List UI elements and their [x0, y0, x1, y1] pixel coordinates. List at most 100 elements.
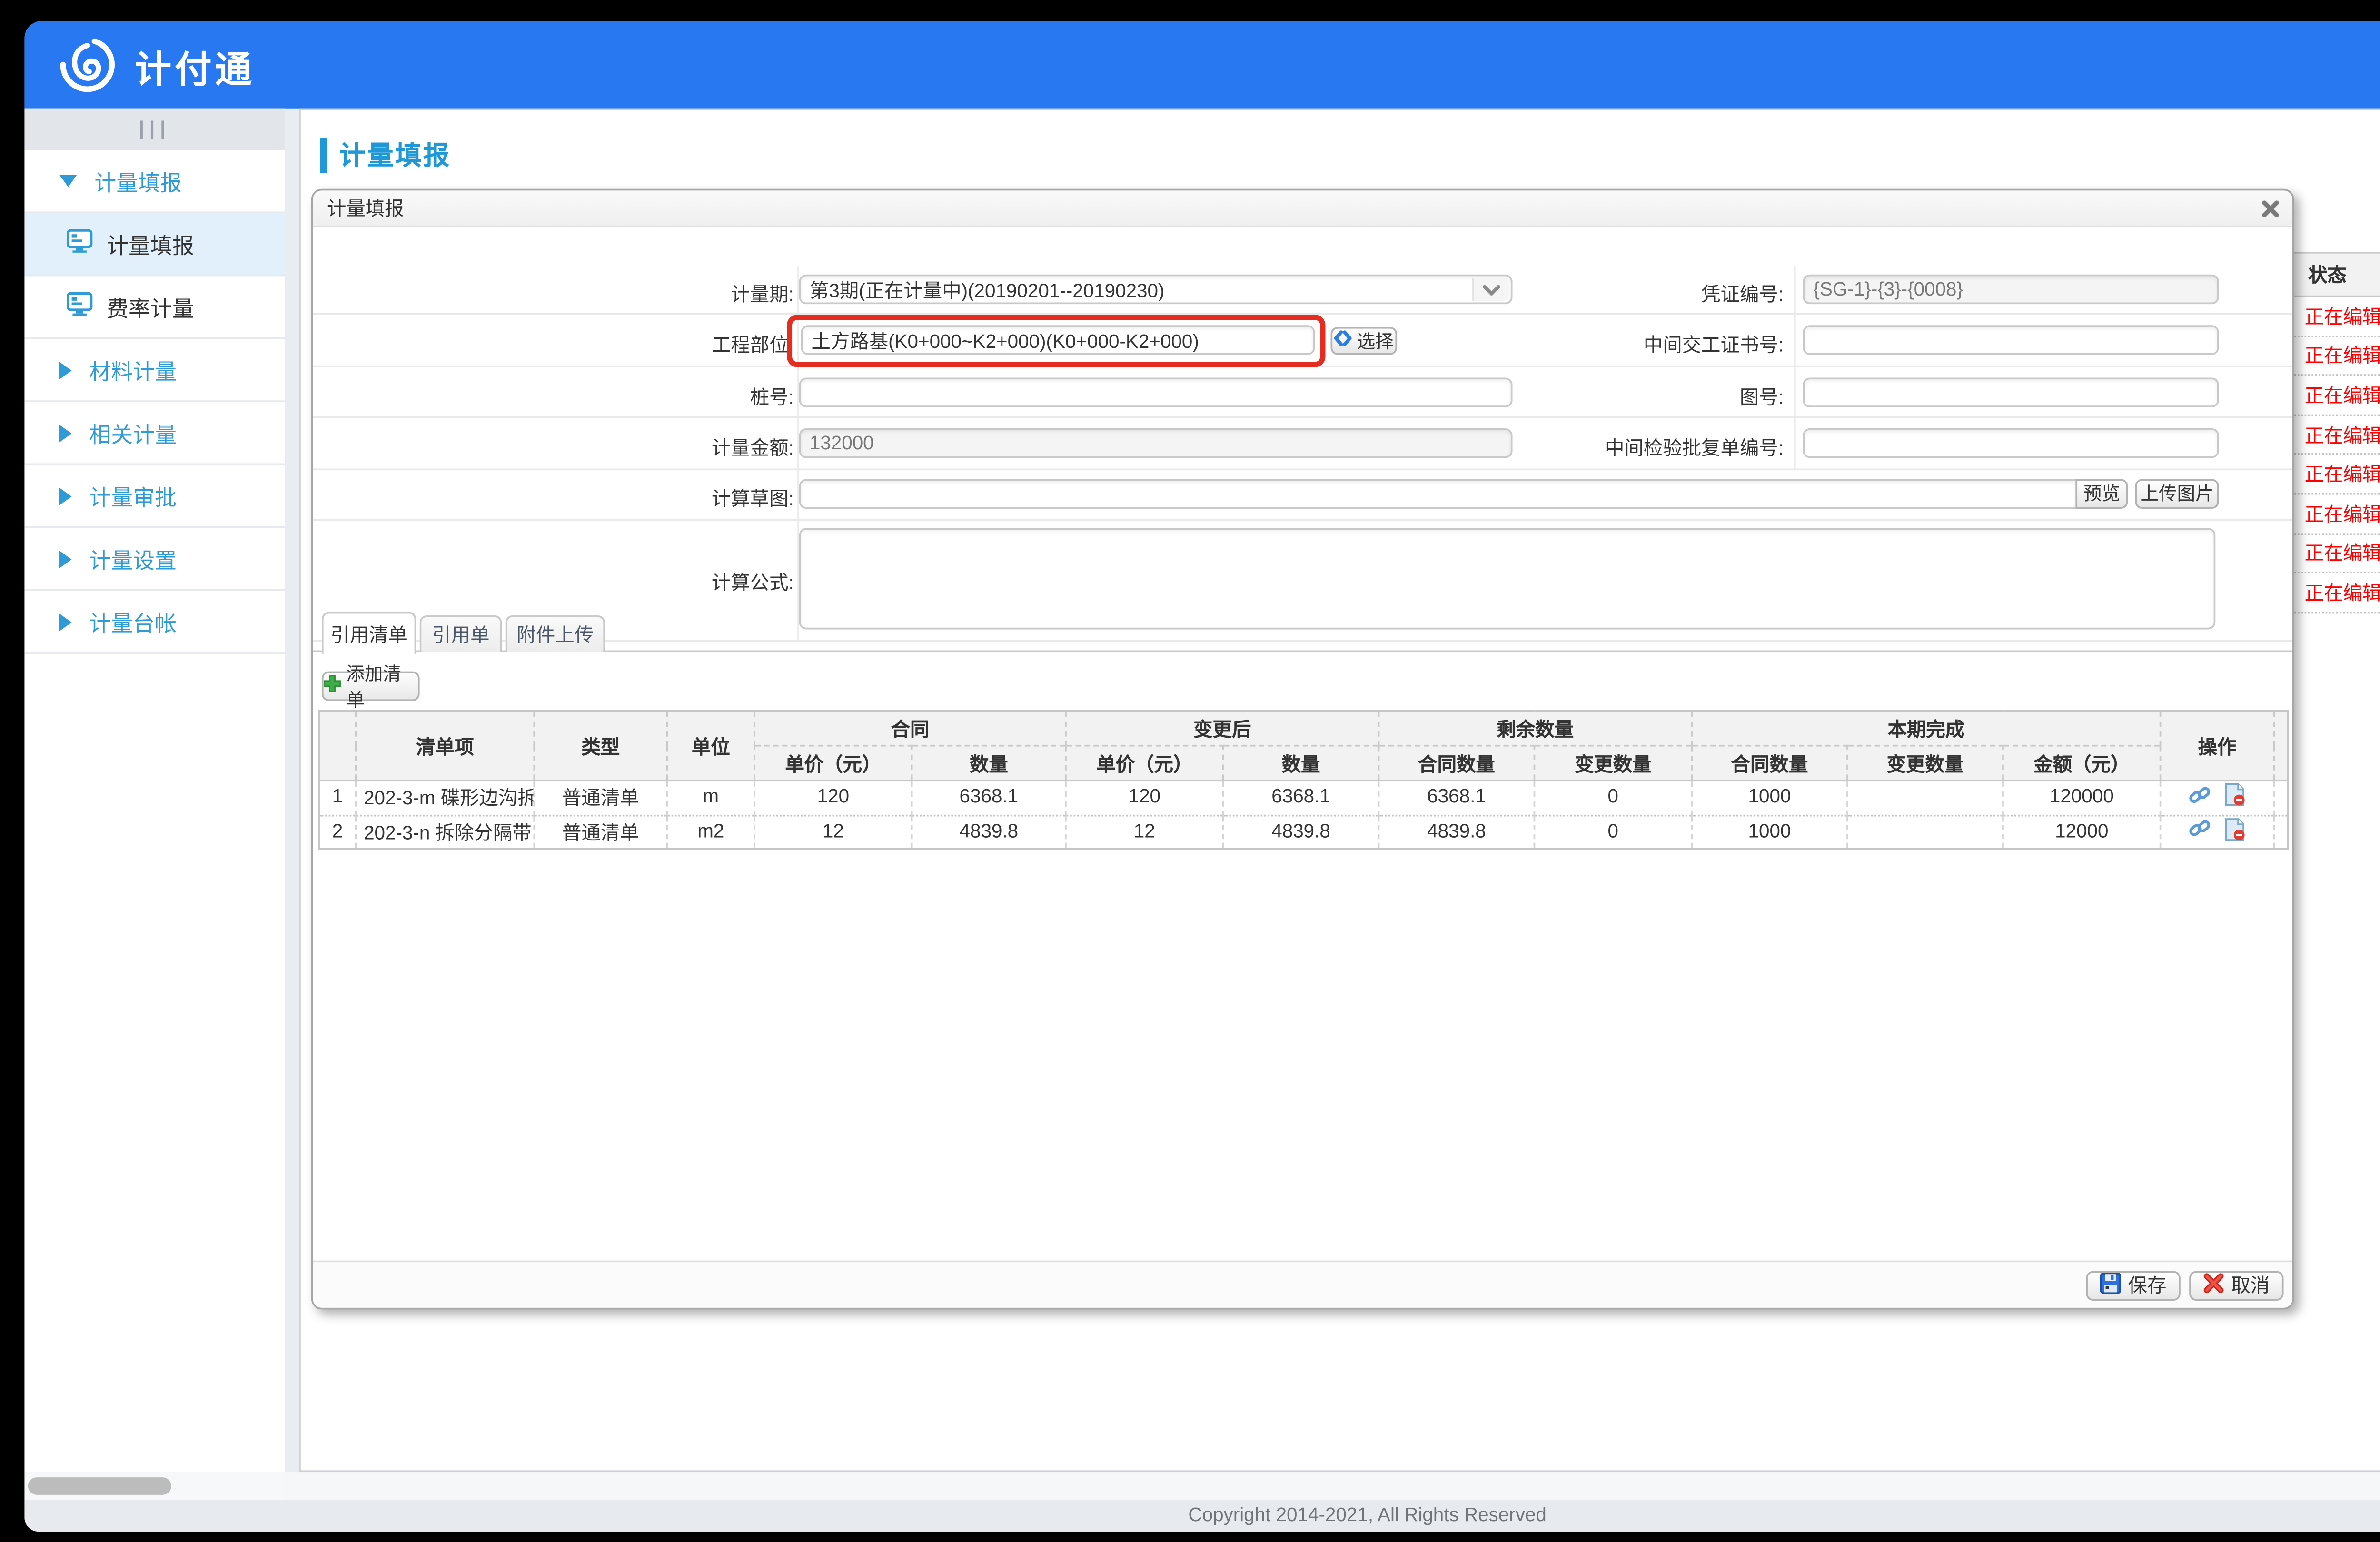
- chevron-down-icon: [60, 175, 77, 187]
- measure-list-header: 状态 操作: [2280, 252, 2380, 297]
- sidebar: ||| 计量填报 计量填报: [24, 109, 285, 1472]
- link-icon[interactable]: [2189, 819, 2210, 845]
- col-item[interactable]: 清单项: [356, 711, 535, 781]
- dialog-footer: 保存 取消: [313, 1261, 2292, 1308]
- col-changed-qty[interactable]: 数量: [1223, 746, 1379, 781]
- bottom-strip: [285, 1472, 2380, 1500]
- sidebar-item-jiliang-taizhang[interactable]: 计量台帐: [24, 591, 285, 654]
- sidebar-collapse-handle[interactable]: |||: [24, 109, 285, 150]
- tab-yinyong-dan[interactable]: 引用单: [420, 615, 502, 652]
- inspection-field[interactable]: [1803, 428, 2219, 458]
- status-table-row[interactable]: 正在编辑: [2280, 573, 2380, 613]
- status-badge: 正在编辑: [2280, 539, 2380, 567]
- status-table-row[interactable]: 正在编辑: [2280, 336, 2380, 376]
- sidebar-item-jiliang-shenpi[interactable]: 计量审批: [24, 465, 285, 528]
- col-type[interactable]: 类型: [534, 711, 667, 781]
- chevron-right-icon: [60, 550, 72, 567]
- status-table-row[interactable]: 正在编辑: [2280, 376, 2380, 415]
- stake-field[interactable]: [799, 377, 1513, 407]
- sidebar-item-jiliang-tianbao-group[interactable]: 计量填报: [24, 150, 285, 213]
- formula-label: 计算公式:: [712, 568, 794, 596]
- table-row[interactable]: 1 202-3-m 碟形边沟拆除 普通清单 m 120 6368.1 120 6…: [319, 781, 2288, 815]
- voucher-field[interactable]: {SG-1}-{3}-{0008}: [1803, 275, 2219, 304]
- status-badge: 正在编辑: [2280, 381, 2380, 409]
- col-remaining-change-qty[interactable]: 变更数量: [1534, 746, 1692, 781]
- voucher-label: 凭证编号:: [1537, 280, 1784, 308]
- col-current-contract-qty[interactable]: 合同数量: [1692, 746, 1847, 781]
- amount-field[interactable]: 132000: [799, 428, 1513, 458]
- preview-button[interactable]: 预览: [2075, 479, 2128, 509]
- site-footer: Copyright 2014-2021, All Rights Reserved: [24, 1500, 2380, 1532]
- link-icon[interactable]: [2189, 784, 2210, 811]
- save-button[interactable]: 保存: [2086, 1270, 2180, 1300]
- upload-image-button[interactable]: 上传图片: [2135, 479, 2219, 509]
- choose-button[interactable]: 选择: [1331, 327, 1398, 355]
- save-icon: [2100, 1272, 2121, 1298]
- sidebar-item-feilv-jiliang[interactable]: 费率计量: [24, 276, 285, 339]
- stake-label: 桩号:: [750, 383, 794, 411]
- close-icon[interactable]: [2256, 194, 2284, 222]
- sidebar-item-jiliang-shezhi[interactable]: 计量设置: [24, 528, 285, 591]
- col-spacer: [2274, 711, 2288, 781]
- monitor-icon: [67, 292, 93, 321]
- col-action: 操作: [2161, 711, 2274, 781]
- sketch-label: 计算草图:: [712, 484, 794, 513]
- sidebar-item-jiliang-tianbao[interactable]: 计量填报: [24, 213, 285, 276]
- monitor-icon: [67, 229, 93, 258]
- handover-label: 中间交工证书号:: [1537, 330, 1784, 358]
- inspection-label: 中间检验批复单编号:: [1537, 434, 1784, 462]
- tab-fujian-shangchuan[interactable]: 附件上传: [506, 615, 605, 652]
- table-row[interactable]: 2 202-3-n 拆除分隔带（台 普通清单 m2 12 4839.8 12 4…: [319, 815, 2288, 849]
- tab-yinyong-qingdan[interactable]: 引用清单: [322, 612, 416, 654]
- part-label: 工程部位:: [712, 330, 794, 358]
- handover-field[interactable]: [1803, 325, 2219, 355]
- col-contract-price[interactable]: 单价（元）: [754, 746, 912, 781]
- col-remaining-contract-qty[interactable]: 合同数量: [1379, 746, 1535, 781]
- cancel-button[interactable]: 取消: [2189, 1270, 2283, 1300]
- group-changed: 变更后: [1066, 711, 1379, 745]
- col-unit[interactable]: 单位: [667, 711, 754, 781]
- status-badge: 正在编辑: [2280, 421, 2380, 449]
- chevron-right-icon: [60, 613, 72, 631]
- part-field[interactable]: 土方路基(K0+000~K2+000)(K0+000-K2+000): [801, 325, 1315, 355]
- sidebar-item-xiangguan-jiliang[interactable]: 相关计量: [24, 402, 285, 465]
- period-select[interactable]: 第3期(正在计量中)(20190201--20190230): [799, 275, 1513, 304]
- period-label: 计量期:: [731, 280, 793, 308]
- status-table-row[interactable]: 正在编辑: [2280, 297, 2380, 336]
- page-title: 计量填报: [339, 137, 451, 173]
- group-remaining: 剩余数量: [1379, 711, 1692, 745]
- plus-icon: [324, 675, 341, 698]
- copyright-text: Copyright 2014-2021, All Rights Reserved: [1188, 1505, 1546, 1526]
- measure-list-table: 状态 操作 正在编辑: [2280, 252, 2380, 613]
- group-current: 本期完成: [1692, 711, 2161, 745]
- chevron-right-icon: [60, 424, 72, 442]
- add-list-button[interactable]: 添加清单: [322, 672, 420, 701]
- col-amount[interactable]: 金额（元）: [2003, 746, 2161, 781]
- measure-list-rows: 正在编辑: [2280, 297, 2380, 613]
- status-table-row[interactable]: 正在编辑: [2280, 534, 2380, 573]
- status-badge: 正在编辑: [2280, 460, 2380, 488]
- tab-strip: 引用清单 引用单 附件上传: [313, 612, 2292, 652]
- status-table-row[interactable]: 正在编辑: [2280, 415, 2380, 455]
- app-title: 计付通: [135, 41, 255, 93]
- col-changed-price[interactable]: 单价（元）: [1066, 746, 1223, 781]
- sidebar-hscrollbar-thumb[interactable]: [28, 1477, 171, 1495]
- app-window: 计付通 通知: [24, 21, 2380, 1532]
- status-table-row[interactable]: 正在编辑: [2280, 455, 2380, 494]
- remove-row-icon[interactable]: [2224, 784, 2245, 812]
- dialog-header[interactable]: 计量填报: [313, 190, 2292, 227]
- grip-icon: |||: [139, 119, 171, 140]
- chevron-down-icon: [1472, 278, 1509, 301]
- chevron-right-icon: [60, 487, 72, 504]
- col-contract-qty[interactable]: 数量: [912, 746, 1066, 781]
- status-table-row[interactable]: 正在编辑: [2280, 494, 2380, 534]
- drawing-field[interactable]: [1803, 377, 2219, 407]
- brand: 计付通: [56, 33, 256, 101]
- amount-label: 计量金额:: [712, 434, 794, 462]
- sketch-field[interactable]: [799, 479, 2077, 509]
- sidebar-hscrollbar[interactable]: [24, 1472, 285, 1500]
- status-badge: 正在编辑: [2280, 342, 2380, 370]
- col-current-change-qty[interactable]: 变更数量: [1847, 746, 2003, 781]
- sidebar-item-cailiao-jiliang[interactable]: 材料计量: [24, 339, 285, 402]
- remove-row-icon[interactable]: [2224, 818, 2245, 846]
